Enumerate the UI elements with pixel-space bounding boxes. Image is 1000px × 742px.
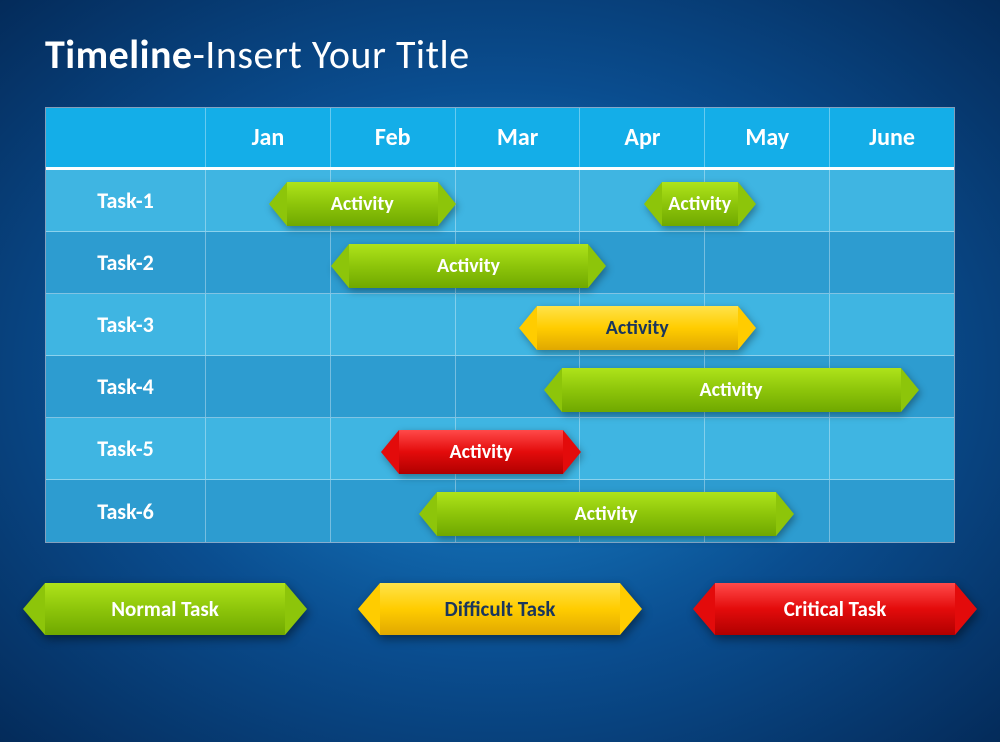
task-label: Task-5 [46,418,206,479]
gantt-bar-label: Activity [668,192,731,216]
gantt-bar-normal: Activity [662,182,739,226]
month-feb: Feb [331,108,456,167]
gantt-bar-difficult: Activity [537,306,739,350]
legend: Normal Task Difficult Task Critical Task [45,583,955,635]
gantt-bar-label: Activity [331,192,394,216]
task-label: Task-4 [46,356,206,417]
month-may: May [705,108,830,167]
title-rest: -Insert Your Title [193,30,470,79]
month-jan: Jan [206,108,331,167]
page-title: Timeline-Insert Your Title [45,30,955,79]
gantt-bar-label: Activity [700,378,763,402]
gantt-bar-normal: Activity [349,244,588,288]
gantt-bar-label: Activity [606,316,669,340]
legend-normal-label: Normal Task [111,596,219,622]
task-label: Task-6 [46,480,206,542]
task-label: Task-3 [46,294,206,355]
gantt-bar-normal: Activity [287,182,439,226]
task-label: Task-1 [46,170,206,231]
task-label: Task-2 [46,232,206,293]
gantt-bar-normal: Activity [562,368,901,412]
legend-normal: Normal Task [45,583,285,635]
gantt-bar-label: Activity [450,440,513,464]
legend-difficult-label: Difficult Task [445,596,556,622]
month-mar: Mar [456,108,581,167]
legend-difficult: Difficult Task [380,583,620,635]
gantt-bar-label: Activity [575,502,638,526]
month-apr: Apr [580,108,705,167]
month-june: June [830,108,954,167]
header-corner [46,108,206,167]
gantt-bar-critical: Activity [399,430,563,474]
gantt-bar-label: Activity [437,254,500,278]
legend-critical: Critical Task [715,583,955,635]
title-bold: Timeline [45,30,193,79]
gantt-chart: Jan Feb Mar Apr May June Task-1 Task-2 T… [45,107,955,543]
month-header-row: Jan Feb Mar Apr May June [46,108,954,170]
legend-critical-label: Critical Task [784,596,887,622]
bars-layer: Activity Activity Activity Activity Activity… [206,173,954,542]
gantt-bar-normal: Activity [437,492,776,536]
